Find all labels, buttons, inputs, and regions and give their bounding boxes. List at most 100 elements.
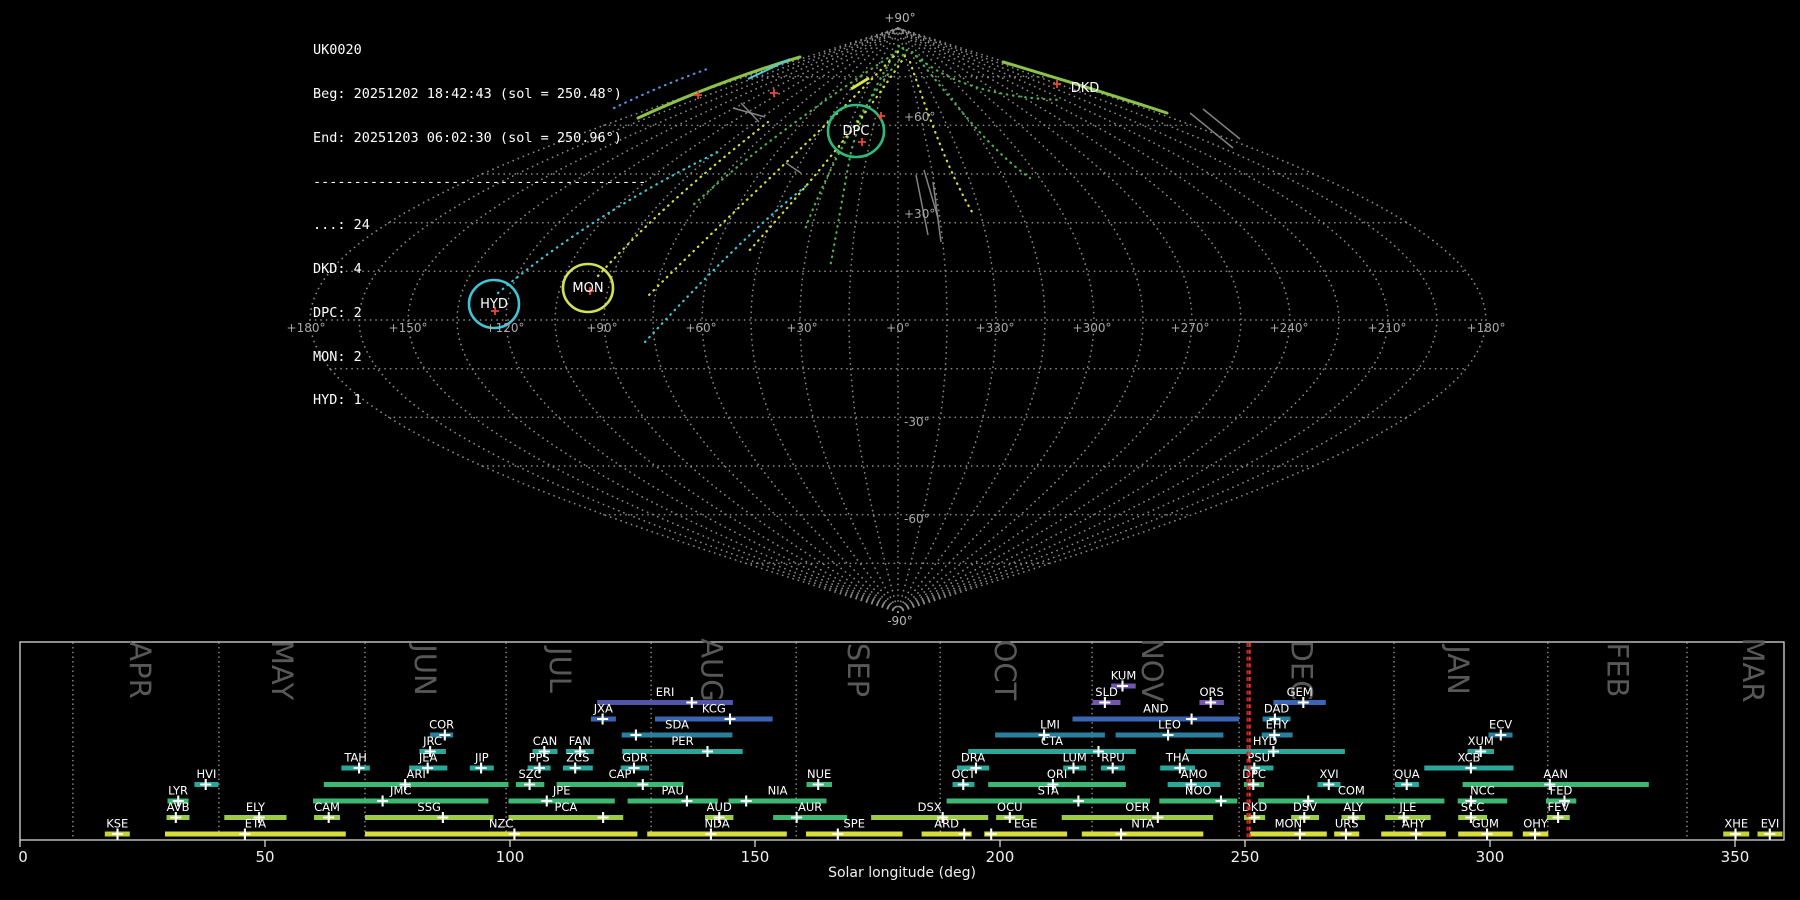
activity-chart: APR MAY JUN JUL AUG SEP OCT NOV DEC JAN FEB MAR0 50 1…: [18, 637, 1785, 881]
shower-label: JXA: [593, 702, 613, 716]
shower-label: PSU: [1247, 751, 1270, 765]
longitude-label: +180°: [1467, 321, 1506, 335]
month-label: NOV: [1135, 638, 1169, 702]
meteor-streak: [785, 162, 802, 174]
shower-peak-marker: [985, 828, 997, 840]
shower-label: DAD: [1264, 702, 1290, 716]
shower-label: JLE: [1398, 800, 1416, 814]
shower-bar: [1072, 716, 1240, 722]
shower-peak-marker: [832, 828, 844, 840]
month-label: APR: [123, 641, 157, 698]
shower-label: THA: [1165, 751, 1190, 765]
meteor-streak: [1202, 108, 1241, 140]
x-tick-label: 0: [18, 848, 28, 866]
shower-label: NUE: [807, 767, 831, 781]
shower-label: SDA: [665, 718, 689, 732]
shower-label: ARI: [407, 767, 426, 781]
pole-label-south: -90°: [887, 614, 913, 628]
shower-label: RPU: [1101, 751, 1124, 765]
shower-label: JPE: [552, 784, 571, 798]
shower-label: AUR: [798, 800, 822, 814]
month-label: MAR: [1736, 637, 1770, 702]
shower-label: AUD: [707, 800, 732, 814]
shower-peak-marker: [637, 779, 649, 790]
shower-label: OHY: [1523, 817, 1549, 831]
shower-bar: [984, 831, 1068, 837]
shower-peak-marker: [724, 713, 736, 725]
longitude-label: +210°: [1368, 321, 1407, 335]
count-mon: MON: 2: [313, 348, 362, 365]
shower-bar: [323, 782, 509, 787]
shower-label: ELY: [246, 800, 266, 814]
latitude-label: -30°: [904, 415, 930, 429]
shower-label: XHE: [1724, 817, 1748, 831]
shower-label: AHY: [1402, 817, 1427, 831]
longitude-label: +60°: [685, 321, 716, 335]
meteor-marker: [858, 138, 866, 146]
count-unclassified: ...: 24: [313, 217, 370, 234]
shower-label: JEA: [418, 751, 438, 765]
shower-label: NIA: [768, 784, 788, 798]
shower-bar: [806, 831, 903, 837]
shower-label: OER: [1125, 800, 1149, 814]
session-begin: Beg: 20251202 18:42:43 (sol = 250.48°): [313, 85, 622, 102]
shower-label: GEM: [1287, 685, 1313, 699]
shower-peak-marker: [1186, 713, 1198, 725]
month-label: AUG: [695, 638, 729, 702]
shower-bar: [365, 815, 494, 820]
latitude-label: -60°: [904, 512, 930, 526]
shower-label: NTA: [1131, 817, 1154, 831]
station-id: UK0020: [313, 42, 362, 59]
shower-label: AND: [1143, 702, 1168, 716]
meteor-streak: [740, 102, 760, 123]
shower-label: PER: [671, 734, 693, 748]
shower-label: STA: [1038, 784, 1059, 798]
shower-label: EVI: [1761, 817, 1780, 831]
longitude-label: +0°: [886, 321, 910, 335]
shower-label: OCU: [997, 800, 1023, 814]
sky-map-and-activity-chart: DKD DPC MON HYD +90° -90° +60° +30° -30° -60° +180…: [18, 11, 1785, 881]
shower-label: PPS: [529, 751, 550, 765]
shower-label: DSX: [918, 800, 942, 814]
latitude-label: +30°: [904, 207, 935, 221]
month-label: JAN: [1441, 643, 1475, 695]
shower-peak-marker: [1072, 795, 1084, 807]
meteor-track-dotted: [690, 46, 905, 208]
shower-label: DPC: [1242, 767, 1266, 781]
shower-peak-marker: [377, 795, 389, 807]
shower-peak-marker: [701, 746, 713, 757]
x-tick-label: 150: [741, 848, 770, 866]
grid-meridian: [897, 27, 1291, 613]
shower-label: XCB: [1457, 751, 1480, 765]
shower-label: GUM: [1472, 817, 1499, 831]
shower-bar: [946, 798, 1150, 804]
grid-meridian: [848, 27, 899, 613]
shower-label: DRA: [961, 751, 985, 765]
shower-bar: [1249, 831, 1327, 837]
shower-label: NCC: [1470, 784, 1495, 798]
longitude-label: +300°: [1073, 321, 1112, 335]
shower-bar: [647, 831, 787, 837]
shower-bar: [627, 798, 718, 804]
shower-label: CTA: [1041, 734, 1063, 748]
shower-label: OCT: [951, 767, 976, 781]
shower-label: XUM: [1468, 734, 1494, 748]
meteor-streak-cyan: [747, 58, 791, 80]
session-info-panel: UK0020 Beg: 20251202 18:42:43 (sol = 250…: [313, 14, 646, 437]
meteor-track-dotted: [746, 54, 907, 254]
shower-label: COM: [1338, 784, 1365, 798]
shower-label: PCA: [554, 800, 577, 814]
shower-label: FAN: [569, 734, 591, 748]
shower-label: PAU: [661, 784, 683, 798]
shower-label: LEO: [1158, 718, 1181, 732]
shower-label: EGE: [1014, 817, 1037, 831]
shower-label: DKD: [1242, 800, 1267, 814]
shower-bars: KUM ERI SLD ORS GEM JXA KCG AND DAD COR SDA LMI LEO E…: [104, 643, 1783, 840]
shower-peak-marker: [541, 795, 553, 807]
shower-label: URS: [1335, 817, 1359, 831]
shower-label: LMI: [1040, 718, 1060, 732]
session-end: End: 20251203 06:02:30 (sol = 250.96°): [313, 129, 622, 146]
shower-label: EHY: [1266, 718, 1290, 732]
shower-label: JIP: [474, 751, 489, 765]
count-dpc: DPC: 2: [313, 304, 362, 321]
